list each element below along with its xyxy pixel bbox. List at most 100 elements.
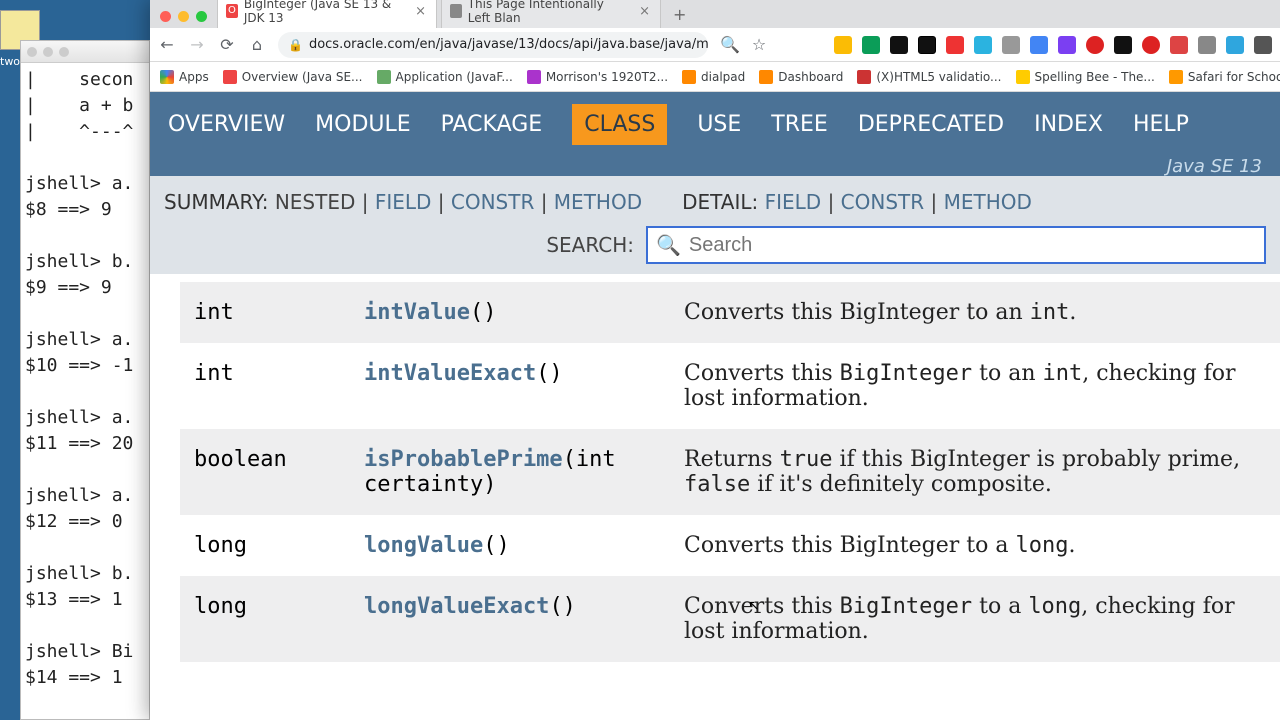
home-icon[interactable]: ⌂ [248, 35, 266, 54]
nav-class[interactable]: CLASS [572, 104, 667, 145]
tab-biginteger[interactable]: O BigInteger (Java SE 13 & JDK 13 × [217, 0, 437, 28]
method-description: Converts this BigInteger to a long, chec… [670, 576, 1280, 662]
desktop-file-label: two [0, 55, 20, 68]
apps-icon [160, 70, 174, 84]
nav-module[interactable]: MODULE [315, 112, 411, 137]
ext-icon[interactable] [1226, 36, 1244, 54]
return-type: long [180, 576, 350, 662]
summary-method[interactable]: METHOD [554, 190, 642, 214]
method-row: longlongValue()Converts this BigInteger … [180, 515, 1280, 576]
favicon-icon: O [226, 4, 238, 18]
ext-icon[interactable] [1198, 36, 1216, 54]
terminal-titlebar[interactable] [21, 41, 149, 63]
method-args: () [536, 361, 563, 386]
nav-use[interactable]: USE [697, 112, 741, 137]
ext-icon[interactable] [1058, 36, 1076, 54]
method-summary[interactable]: intintValue()Converts this BigInteger to… [150, 274, 1280, 720]
javadoc-nav: OVERVIEW MODULE PACKAGE CLASS USE TREE D… [150, 92, 1280, 156]
bookmark-item[interactable]: Spelling Bee - The... [1016, 70, 1155, 84]
bookmark-item[interactable]: Application (JavaF... [377, 70, 513, 84]
bookmark-item[interactable]: Overview (Java SE... [223, 70, 363, 84]
bookmark-item[interactable]: dialpad [682, 70, 745, 84]
search-box[interactable]: 🔍 [646, 226, 1266, 264]
tab-title: This Page Intentionally Left Blan [468, 0, 629, 25]
ext-icon[interactable] [1142, 36, 1160, 54]
cursor-icon: ↖ [748, 598, 760, 614]
bookmark-item[interactable]: Morrison's 1920T2... [527, 70, 668, 84]
method-row: intintValueExact()Converts this BigInteg… [180, 343, 1280, 429]
ext-icon[interactable] [1086, 36, 1104, 54]
url-text: docs.oracle.com/en/java/javase/13/docs/a… [309, 37, 708, 52]
method-signature: longValueExact() [350, 576, 670, 662]
method-signature: isProbablePrime​(int certainty) [350, 429, 670, 515]
detail-method[interactable]: METHOD [944, 190, 1032, 214]
ext-icon[interactable] [834, 36, 852, 54]
reload-icon[interactable]: ⟳ [218, 35, 236, 54]
detail-label: DETAIL: [682, 190, 758, 214]
summary-label: SUMMARY: [164, 190, 268, 214]
star-icon[interactable]: ☆ [750, 35, 768, 54]
method-signature: longValue() [350, 515, 670, 576]
forward-icon[interactable]: → [188, 35, 206, 54]
ext-icon[interactable] [862, 36, 880, 54]
summary-field[interactable]: FIELD [375, 190, 432, 214]
method-link[interactable]: intValue [364, 300, 470, 325]
tab-blank[interactable]: This Page Intentionally Left Blan × [441, 0, 661, 28]
terminal-output[interactable]: | secon | a + b | ^---^ jshell> a. $8 ==… [21, 63, 149, 695]
bookmark-icon [1169, 70, 1183, 84]
bookmark-icon [1016, 70, 1030, 84]
bookmark-apps[interactable]: Apps [160, 70, 209, 84]
summary-group: SUMMARY: NESTED | FIELD | CONSTR | METHO… [164, 190, 642, 214]
nav-help[interactable]: HELP [1133, 112, 1189, 137]
search-input[interactable] [689, 234, 1256, 257]
close-tab-icon[interactable]: × [415, 4, 426, 19]
return-type: long [180, 515, 350, 576]
bookmark-item[interactable]: Dashboard [759, 70, 843, 84]
method-description: Returns true if this BigInteger is proba… [670, 429, 1280, 515]
detail-field[interactable]: FIELD [765, 190, 822, 214]
close-tab-icon[interactable]: × [639, 4, 650, 19]
url-field[interactable]: 🔒 docs.oracle.com/en/java/javase/13/docs… [278, 32, 708, 58]
bookmark-item[interactable]: Safari for Schools:... [1169, 70, 1280, 84]
new-tab-button[interactable]: + [665, 5, 694, 28]
method-table: intintValue()Converts this BigInteger to… [180, 282, 1280, 662]
detail-constr[interactable]: CONSTR [841, 190, 924, 214]
bookmark-icon [527, 70, 541, 84]
method-link[interactable]: longValueExact [364, 594, 549, 619]
ext-icon[interactable] [1030, 36, 1048, 54]
nav-tree[interactable]: TREE [771, 112, 828, 137]
bookmark-icon [682, 70, 696, 84]
nav-index[interactable]: INDEX [1034, 112, 1103, 137]
summary-constr[interactable]: CONSTR [451, 190, 534, 214]
terminal-window: | secon | a + b | ^---^ jshell> a. $8 ==… [20, 40, 150, 720]
ext-icon[interactable] [1254, 36, 1272, 54]
ext-icon[interactable] [1170, 36, 1188, 54]
nav-package[interactable]: PACKAGE [441, 112, 543, 137]
nav-deprecated[interactable]: DEPRECATED [858, 112, 1004, 137]
nav-overview[interactable]: OVERVIEW [168, 112, 285, 137]
maximize-icon[interactable] [196, 11, 207, 22]
ext-icon[interactable] [918, 36, 936, 54]
search-icon: 🔍 [656, 233, 681, 257]
javadoc-version: Java SE 13 [150, 156, 1280, 176]
close-icon[interactable] [160, 11, 171, 22]
method-link[interactable]: longValue [364, 533, 483, 558]
ext-icon[interactable] [1114, 36, 1132, 54]
method-link[interactable]: isProbablePrime [364, 447, 563, 472]
ext-icon[interactable] [890, 36, 908, 54]
back-icon[interactable]: ← [158, 35, 176, 54]
bookmark-icon [223, 70, 237, 84]
bookmark-icon [759, 70, 773, 84]
method-args: () [549, 594, 576, 619]
javadoc-subnav: SUMMARY: NESTED | FIELD | CONSTR | METHO… [150, 176, 1280, 274]
ext-icon[interactable] [946, 36, 964, 54]
method-signature: intValue() [350, 282, 670, 343]
ext-icon[interactable] [1002, 36, 1020, 54]
ext-icon[interactable] [974, 36, 992, 54]
minimize-icon[interactable] [178, 11, 189, 22]
method-link[interactable]: intValueExact [364, 361, 536, 386]
bookmark-item[interactable]: (X)HTML5 validatio... [857, 70, 1001, 84]
search-in-page-icon[interactable]: 🔍 [720, 35, 738, 54]
lock-icon: 🔒 [288, 38, 303, 52]
method-row: booleanisProbablePrime​(int certainty)Re… [180, 429, 1280, 515]
